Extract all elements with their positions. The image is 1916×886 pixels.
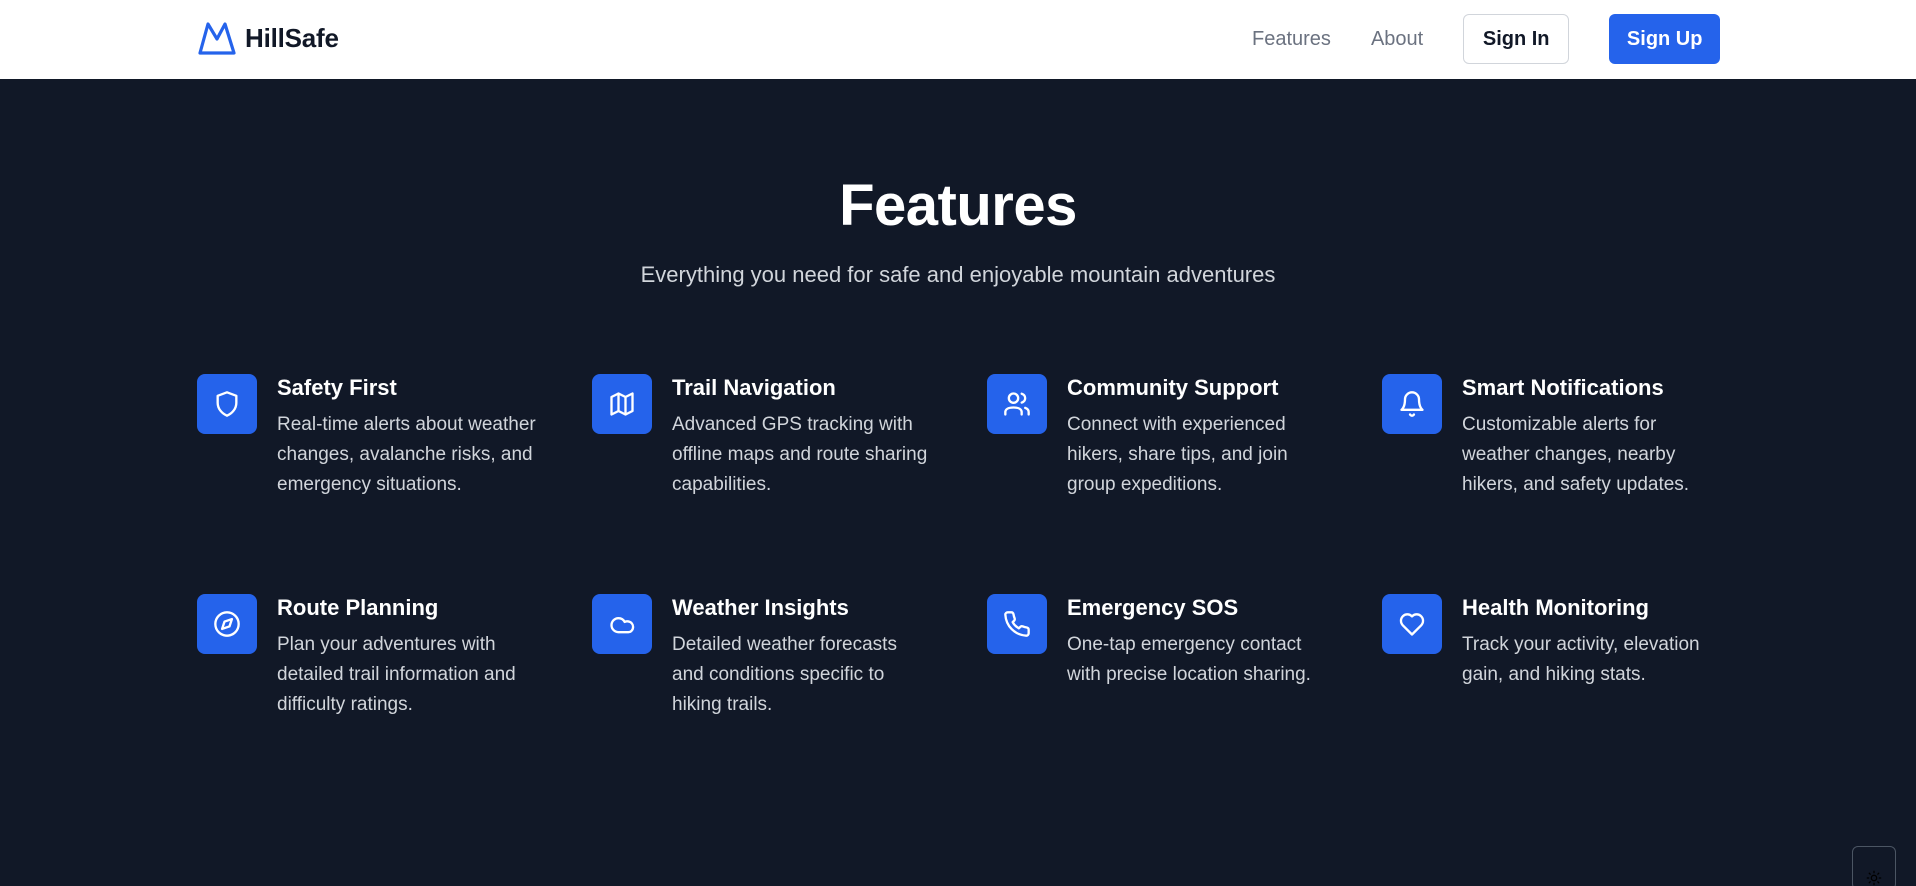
compass-icon: [214, 611, 240, 637]
feature-icon-box: [987, 374, 1047, 434]
feature-description: Detailed weather forecasts and condition…: [672, 634, 897, 715]
feature-card: Smart Notifications Customizable alerts …: [1382, 374, 1777, 594]
theme-toggle-button[interactable]: [1852, 846, 1896, 886]
feature-card: Emergency SOS One-tap emergency contact …: [987, 594, 1382, 754]
shield-icon: [216, 391, 238, 417]
feature-description: Connect with experienced hikers, share t…: [1067, 414, 1288, 495]
feature-icon-box: [197, 374, 257, 434]
bell-icon: [1400, 391, 1424, 417]
nav-links: Features About Sign In Sign Up: [1252, 14, 1721, 64]
feature-card: Health Monitoring Track your activity, e…: [1382, 594, 1777, 754]
feature-card: Route Planning Plan your adventures with…: [197, 594, 592, 754]
feature-icon-box: [1382, 374, 1442, 434]
nav-link-about[interactable]: About: [1371, 14, 1423, 64]
map-icon: [610, 392, 634, 416]
feature-icon-box: [592, 374, 652, 434]
users-icon: [1004, 392, 1030, 416]
navbar: HillSafe Features About Sign In Sign Up: [0, 0, 1916, 79]
brand-name: HillSafe: [245, 22, 339, 53]
section-subtitle: Everything you need for safe and enjoyab…: [640, 262, 1276, 287]
section-title: Features: [839, 173, 1077, 238]
mountain-icon: [198, 22, 236, 55]
feature-title: Trail Navigation: [672, 375, 836, 400]
sign-up-button[interactable]: Sign Up: [1609, 14, 1721, 64]
feature-description: Track your activity, elevation gain, and…: [1462, 634, 1700, 685]
feature-icon-box: [592, 594, 652, 654]
feature-card: Trail Navigation Advanced GPS tracking w…: [592, 374, 987, 594]
feature-card: Weather Insights Detailed weather foreca…: [592, 594, 987, 754]
feature-title: Route Planning: [277, 595, 439, 620]
cloud-icon: [610, 617, 635, 634]
feature-description: Advanced GPS tracking with offline maps …: [672, 414, 928, 495]
feature-title: Community Support: [1067, 375, 1279, 400]
feature-description: Plan your adventures with detailed trail…: [277, 634, 516, 715]
feature-title: Emergency SOS: [1067, 595, 1239, 620]
sun-icon: [1866, 870, 1882, 886]
features-grid: Safety First Real-time alerts about weat…: [197, 374, 1717, 754]
feature-title: Weather Insights: [672, 595, 849, 620]
feature-icon-box: [197, 594, 257, 654]
feature-icon-box: [1382, 594, 1442, 654]
heart-icon: [1399, 613, 1425, 636]
feature-card: Safety First Real-time alerts about weat…: [197, 374, 592, 594]
sign-in-button[interactable]: Sign In: [1463, 14, 1570, 64]
brand-logo[interactable]: HillSafe: [197, 20, 339, 56]
feature-title: Smart Notifications: [1462, 375, 1664, 400]
nav-link-features[interactable]: Features: [1252, 14, 1331, 64]
feature-card: Community Support Connect with experienc…: [987, 374, 1382, 594]
feature-description: Real-time alerts about weather changes, …: [277, 414, 536, 495]
feature-description: One-tap emergency contact with precise l…: [1067, 634, 1311, 685]
feature-description: Customizable alerts for weather changes,…: [1462, 414, 1690, 495]
phone-icon: [1004, 611, 1030, 637]
feature-title: Health Monitoring: [1462, 595, 1649, 620]
feature-icon-box: [987, 594, 1047, 654]
feature-title: Safety First: [277, 375, 397, 400]
